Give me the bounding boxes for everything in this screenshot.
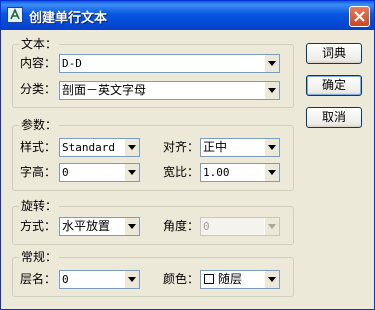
color-dropdown-button[interactable] bbox=[264, 271, 279, 288]
text-group-legend: 文本： bbox=[19, 37, 60, 51]
align-combo[interactable]: 正中 bbox=[200, 138, 280, 157]
chevron-down-icon bbox=[128, 170, 136, 175]
height-label: 字高： bbox=[20, 165, 57, 179]
chevron-down-icon bbox=[268, 277, 276, 282]
color-label: 颜色： bbox=[163, 272, 200, 286]
chevron-down-icon bbox=[128, 277, 136, 282]
rotation-group: 旋转： 方式： 水平放置 角度： 0 bbox=[12, 199, 294, 245]
content-value: D-D bbox=[62, 57, 82, 70]
layer-value: 0 bbox=[62, 273, 69, 286]
create-single-line-text-dialog: 创建单行文本 文本： 内容： D-D 分类： 剖面－英文字母 参数： 样式： S… bbox=[0, 0, 375, 310]
angle-dropdown-button bbox=[264, 218, 279, 235]
height-dropdown-button[interactable] bbox=[124, 164, 139, 181]
category-label: 分类： bbox=[20, 82, 57, 96]
rotation-group-legend: 旋转： bbox=[19, 199, 60, 213]
rotation-mode-combo[interactable]: 水平放置 bbox=[59, 217, 140, 236]
width-ratio-dropdown-button[interactable] bbox=[264, 164, 279, 181]
params-group: 参数： 样式： Standard 对齐： 正中 字高： 0 宽比： 1.00 bbox=[12, 118, 294, 191]
color-combo[interactable]: 随层 bbox=[200, 270, 280, 289]
layer-label: 层名： bbox=[20, 272, 57, 286]
general-group-legend: 常规： bbox=[19, 250, 60, 264]
cancel-button[interactable]: 取消 bbox=[306, 107, 362, 128]
text-tool-icon bbox=[7, 7, 23, 23]
ok-button[interactable]: 确定 bbox=[306, 75, 362, 96]
style-combo[interactable]: Standard bbox=[59, 138, 140, 157]
align-dropdown-button[interactable] bbox=[264, 139, 279, 156]
rotation-mode-value: 水平放置 bbox=[62, 219, 111, 233]
close-button[interactable] bbox=[349, 6, 370, 27]
layer-dropdown-button[interactable] bbox=[124, 271, 139, 288]
general-group: 常规： 层名： 0 颜色： 随层 bbox=[12, 250, 294, 297]
align-label: 对齐： bbox=[163, 140, 200, 154]
angle-label: 角度： bbox=[163, 219, 200, 233]
rotation-mode-dropdown-button[interactable] bbox=[124, 218, 139, 235]
style-value: Standard bbox=[62, 141, 115, 154]
window-title: 创建单行文本 bbox=[29, 11, 108, 26]
angle-combo: 0 bbox=[200, 217, 280, 236]
mode-label: 方式： bbox=[20, 219, 57, 233]
category-dropdown-button[interactable] bbox=[264, 82, 279, 99]
category-value: 剖面－英文字母 bbox=[62, 83, 147, 97]
close-icon bbox=[354, 11, 365, 22]
chevron-down-icon bbox=[268, 88, 276, 93]
params-group-legend: 参数： bbox=[19, 118, 60, 132]
chevron-down-icon bbox=[268, 61, 276, 66]
width-ratio-combo[interactable]: 1.00 bbox=[200, 163, 280, 182]
title-bar[interactable]: 创建单行文本 bbox=[1, 1, 374, 30]
chevron-down-icon bbox=[268, 224, 276, 229]
content-label: 内容： bbox=[20, 56, 57, 70]
angle-value: 0 bbox=[203, 220, 210, 233]
color-value: 随层 bbox=[218, 272, 243, 286]
layer-combo[interactable]: 0 bbox=[59, 270, 140, 289]
chevron-down-icon bbox=[268, 170, 276, 175]
category-combo[interactable]: 剖面－英文字母 bbox=[59, 81, 280, 100]
content-combo[interactable]: D-D bbox=[59, 54, 280, 73]
text-group: 文本： 内容： D-D 分类： 剖面－英文字母 bbox=[12, 37, 294, 108]
width-ratio-value: 1.00 bbox=[203, 166, 230, 179]
width-ratio-label: 宽比： bbox=[163, 165, 200, 179]
chevron-down-icon bbox=[128, 145, 136, 150]
color-swatch bbox=[204, 274, 214, 284]
chevron-down-icon bbox=[268, 145, 276, 150]
style-label: 样式： bbox=[20, 140, 57, 154]
content-dropdown-button[interactable] bbox=[264, 55, 279, 72]
style-dropdown-button[interactable] bbox=[124, 139, 139, 156]
height-combo[interactable]: 0 bbox=[59, 163, 140, 182]
height-value: 0 bbox=[62, 166, 69, 179]
chevron-down-icon bbox=[128, 224, 136, 229]
align-value: 正中 bbox=[203, 140, 228, 154]
dictionary-button[interactable]: 词典 bbox=[306, 43, 362, 64]
